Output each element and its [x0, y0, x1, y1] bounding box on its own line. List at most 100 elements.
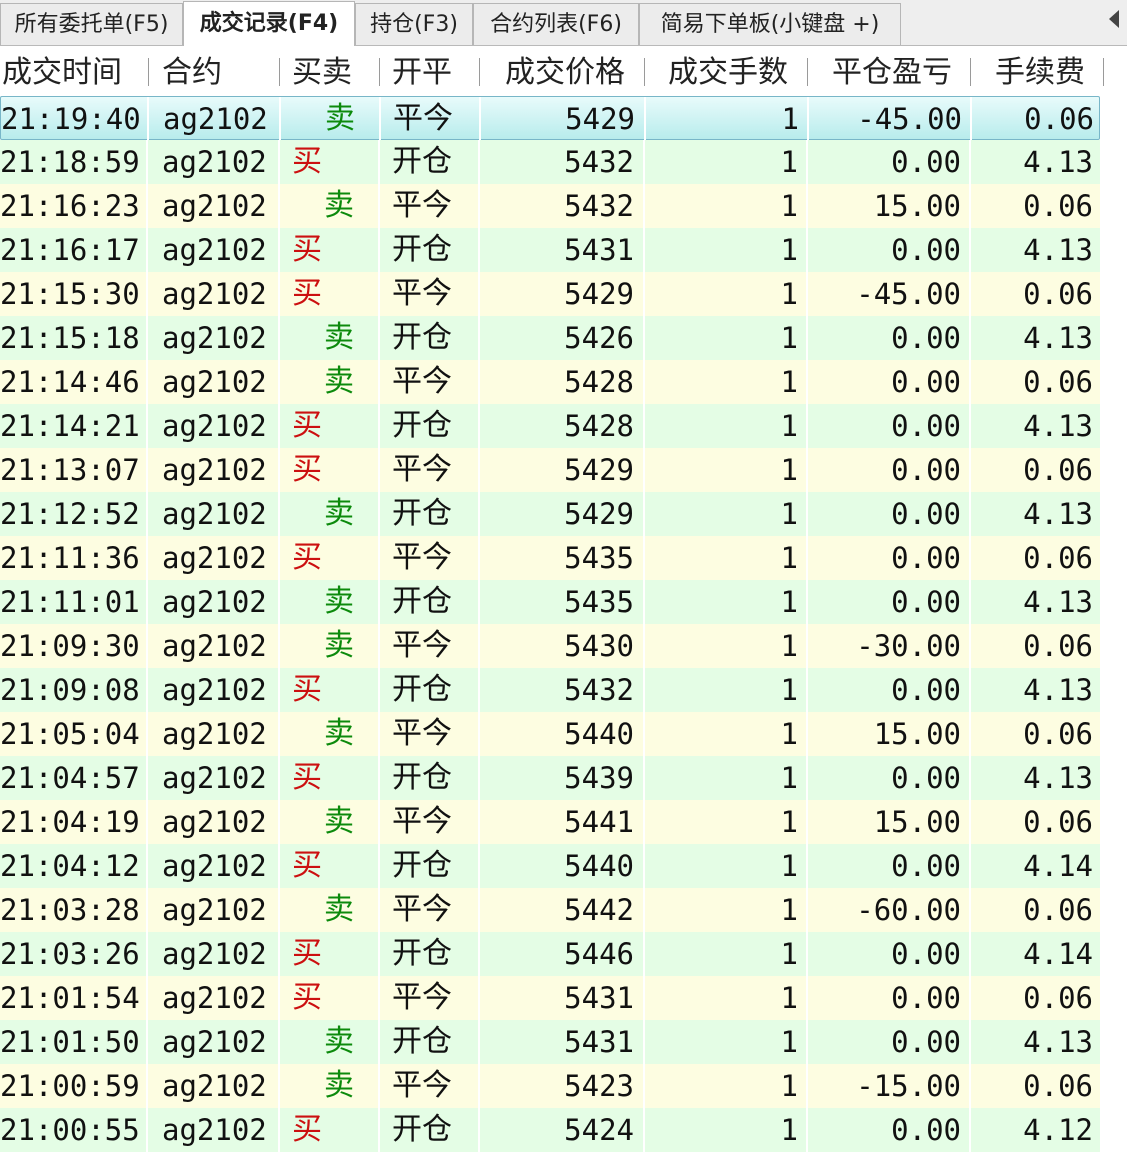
- cell-fee: 4.14: [1023, 849, 1093, 883]
- column-header-price[interactable]: 成交价格: [505, 46, 625, 96]
- cell-close-pnl: 0.00: [891, 233, 961, 267]
- table-row[interactable]: 21:09:30 ag2102 卖 平今 5430 1 -30.00 0.06: [0, 624, 1100, 668]
- cell-quantity: 1: [780, 189, 798, 223]
- column-divider[interactable]: [1103, 58, 1104, 86]
- column-divider[interactable]: [807, 58, 808, 86]
- cell-fee: 0.06: [1023, 189, 1093, 223]
- cell-time: 21:16:23: [0, 189, 140, 223]
- cell-contract: ag2102: [162, 541, 267, 575]
- cell-divider: [378, 756, 380, 800]
- table-row[interactable]: 21:04:12 ag2102 买 开仓 5440 1 0.00 4.14: [0, 844, 1100, 888]
- cell-contract: ag2102: [162, 409, 267, 443]
- cell-contract: ag2102: [162, 233, 267, 267]
- cell-price: 5431: [564, 233, 634, 267]
- column-header-close-pnl[interactable]: 平仓盈亏: [832, 46, 952, 96]
- tab-quick-order-panel[interactable]: 简易下单板(小键盘 +): [639, 3, 901, 45]
- cell-fee: 0.06: [1023, 629, 1093, 663]
- column-divider[interactable]: [279, 58, 280, 86]
- table-row[interactable]: 21:13:07 ag2102 买 平今 5429 1 0.00 0.06: [0, 448, 1100, 492]
- cell-price: 5424: [564, 1113, 634, 1147]
- cell-close-pnl: 0.00: [891, 981, 961, 1015]
- column-header-quantity[interactable]: 成交手数: [668, 46, 788, 96]
- cell-divider: [378, 844, 380, 888]
- table-row[interactable]: 21:11:36 ag2102 买 平今 5435 1 0.00 0.06: [0, 536, 1100, 580]
- cell-close-pnl: 0.00: [891, 761, 961, 795]
- cell-time: 21:03:28: [0, 893, 140, 927]
- cell-divider: [278, 1108, 280, 1152]
- table-row[interactable]: 21:12:52 ag2102 卖 开仓 5429 1 0.00 4.13: [0, 492, 1100, 536]
- column-header-open-close[interactable]: 开平: [392, 46, 452, 96]
- table-row[interactable]: 21:09:08 ag2102 买 开仓 5432 1 0.00 4.13: [0, 668, 1100, 712]
- cell-time: 21:15:18: [0, 321, 140, 355]
- tab-positions[interactable]: 持仓(F3): [355, 3, 473, 45]
- cell-fee: 4.13: [1023, 233, 1093, 267]
- table-row[interactable]: 21:14:46 ag2102 卖 平今 5428 1 0.00 0.06: [0, 360, 1100, 404]
- cell-quantity: 1: [780, 541, 798, 575]
- cell-open-close: 平今: [392, 892, 452, 927]
- column-header-contract[interactable]: 合约: [162, 46, 222, 96]
- cell-divider: [278, 580, 280, 624]
- cell-time: 21:04:12: [0, 849, 140, 883]
- cell-price: 5426: [564, 321, 634, 355]
- column-divider[interactable]: [379, 58, 380, 86]
- cell-divider: [146, 932, 148, 976]
- column-divider[interactable]: [970, 58, 971, 86]
- cell-price: 5435: [564, 585, 634, 619]
- table-row[interactable]: 21:01:50 ag2102 卖 开仓 5431 1 0.00 4.13: [0, 1020, 1100, 1064]
- column-divider[interactable]: [479, 58, 480, 86]
- cell-close-pnl: 0.00: [891, 1025, 961, 1059]
- table-row[interactable]: 21:05:04 ag2102 卖 平今 5440 1 15.00 0.06: [0, 712, 1100, 756]
- table-row[interactable]: 21:18:59 ag2102 买 开仓 5432 1 0.00 4.13: [0, 140, 1100, 184]
- column-divider[interactable]: [148, 58, 149, 86]
- cell-side: 买: [292, 936, 322, 971]
- cell-time: 21:14:21: [0, 409, 140, 443]
- cell-open-close: 平今: [392, 980, 452, 1015]
- table-row[interactable]: 21:00:59 ag2102 卖 平今 5423 1 -15.00 0.06: [0, 1064, 1100, 1108]
- cell-quantity: 1: [780, 629, 798, 663]
- cell-divider: [279, 97, 281, 141]
- table-row[interactable]: 21:11:01 ag2102 卖 开仓 5435 1 0.00 4.13: [0, 580, 1100, 624]
- cell-quantity: 1: [780, 673, 798, 707]
- cell-side: 卖: [324, 628, 354, 663]
- cell-quantity: 1: [780, 409, 798, 443]
- table-row[interactable]: 21:01:54 ag2102 买 平今 5431 1 0.00 0.06: [0, 976, 1100, 1020]
- table-row[interactable]: 21:16:23 ag2102 卖 平今 5432 1 15.00 0.06: [0, 184, 1100, 228]
- cell-side: 卖: [324, 1024, 354, 1059]
- cell-open-close: 平今: [392, 364, 452, 399]
- column-divider[interactable]: [644, 58, 645, 86]
- table-row[interactable]: 21:15:18 ag2102 卖 开仓 5426 1 0.00 4.13: [0, 316, 1100, 360]
- column-header-fee[interactable]: 手续费: [995, 46, 1085, 96]
- cell-side: 买: [292, 980, 322, 1015]
- table-row[interactable]: 21:15:30 ag2102 买 平今 5429 1 -45.00 0.06: [0, 272, 1100, 316]
- column-header-side[interactable]: 买卖: [292, 46, 352, 96]
- cell-price: 5429: [565, 102, 635, 136]
- cell-contract: ag2102: [162, 981, 267, 1015]
- table-row[interactable]: 21:04:19 ag2102 卖 平今 5441 1 15.00 0.06: [0, 800, 1100, 844]
- cell-contract: ag2102: [162, 453, 267, 487]
- tab-scroll-left-icon[interactable]: [1109, 10, 1119, 28]
- cell-time: 21:09:08: [0, 673, 140, 707]
- cell-price: 5429: [564, 453, 634, 487]
- column-header-time[interactable]: 成交时间: [2, 46, 122, 96]
- cell-price: 5428: [564, 365, 634, 399]
- cell-divider: [378, 1064, 380, 1108]
- cell-close-pnl: 0.00: [891, 145, 961, 179]
- cell-quantity: 1: [780, 453, 798, 487]
- tab-trade-records[interactable]: 成交记录(F4): [183, 1, 355, 46]
- trade-records-window: 所有委托单(F5) 成交记录(F4) 持仓(F3) 合约列表(F6) 简易下单板…: [0, 0, 1127, 1164]
- table-row[interactable]: 21:16:17 ag2102 买 开仓 5431 1 0.00 4.13: [0, 228, 1100, 272]
- cell-price: 5441: [564, 805, 634, 839]
- tab-contract-list[interactable]: 合约列表(F6): [473, 3, 639, 45]
- table-row[interactable]: 21:19:40 ag2102 卖 平今 5429 1 -45.00 0.06: [0, 96, 1100, 141]
- table-row[interactable]: 21:03:28 ag2102 卖 平今 5442 1 -60.00 0.06: [0, 888, 1100, 932]
- cell-divider: [278, 624, 280, 668]
- table-row[interactable]: 21:14:21 ag2102 买 开仓 5428 1 0.00 4.13: [0, 404, 1100, 448]
- cell-divider: [146, 184, 148, 228]
- cell-divider: [278, 272, 280, 316]
- table-row[interactable]: 21:04:57 ag2102 买 开仓 5439 1 0.00 4.13: [0, 756, 1100, 800]
- cell-price: 5432: [564, 145, 634, 179]
- cell-time: 21:11:01: [0, 585, 140, 619]
- table-row[interactable]: 21:03:26 ag2102 买 开仓 5446 1 0.00 4.14: [0, 932, 1100, 976]
- table-row[interactable]: 21:00:55 ag2102 买 开仓 5424 1 0.00 4.12: [0, 1108, 1100, 1152]
- tab-all-orders[interactable]: 所有委托单(F5): [0, 3, 183, 45]
